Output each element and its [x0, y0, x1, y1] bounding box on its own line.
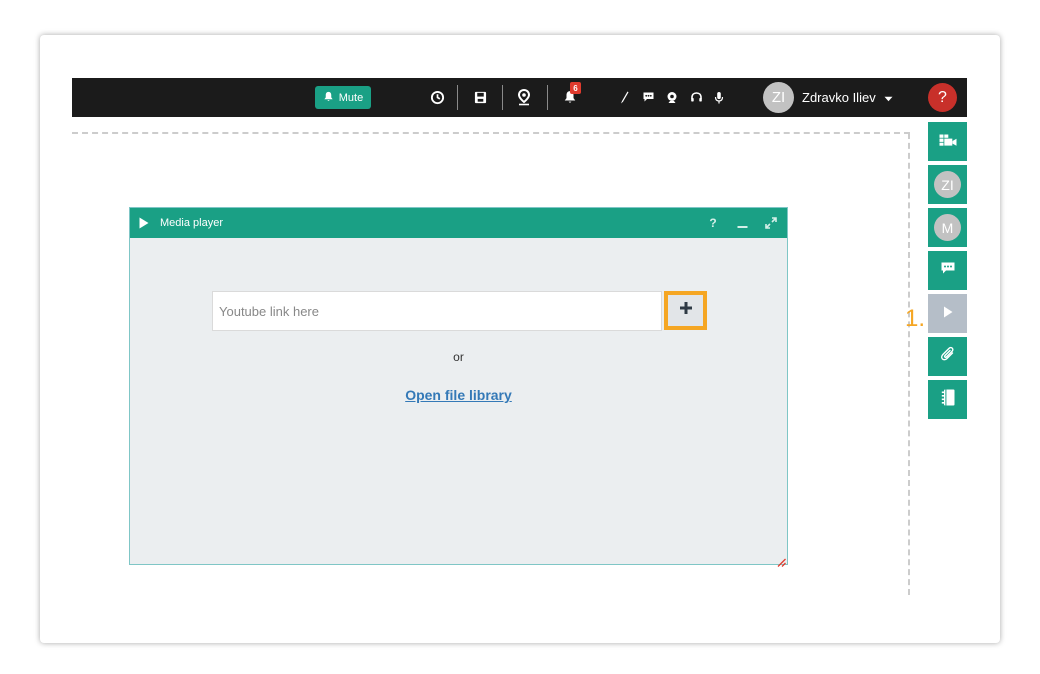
user-avatar: ZI — [763, 82, 794, 113]
plus-icon — [679, 301, 693, 320]
youtube-link-input[interactable] — [212, 291, 662, 331]
notification-badge: 6 — [570, 82, 581, 94]
sidebar-item-media-player[interactable] — [928, 294, 967, 333]
sidebar-item-attachments[interactable] — [928, 337, 967, 376]
media-player-window: Media player ? or Open file library — [129, 207, 788, 567]
open-file-library-link[interactable]: Open file library — [130, 387, 787, 403]
participant-avatar: ZI — [934, 171, 961, 198]
headphones-icon[interactable] — [687, 88, 705, 106]
sidebar-item-video-conference[interactable] — [928, 122, 967, 161]
chat-icon — [940, 261, 956, 280]
media-player-titlebar[interactable]: Media player ? — [130, 208, 787, 238]
sidebar-item-participant-zi[interactable]: ZI — [928, 165, 967, 204]
location-pin-icon[interactable] — [515, 88, 533, 106]
webcam-icon[interactable] — [663, 88, 681, 106]
save-icon[interactable] — [471, 88, 489, 106]
top-bar: Mute 6 ZI Zdravko Iliev ? — [72, 78, 967, 117]
participant-avatar: M — [934, 214, 961, 241]
toolbar-divider — [502, 85, 503, 110]
user-name: Zdravko Iliev — [802, 90, 876, 105]
workspace-border-top — [72, 132, 910, 134]
pen-icon[interactable] — [615, 88, 633, 106]
resize-handle-icon[interactable] — [777, 554, 786, 567]
clock-icon[interactable] — [428, 88, 446, 106]
media-player-title: Media player — [160, 217, 223, 229]
toolbar-divider — [457, 85, 458, 110]
video-grid-icon — [939, 133, 957, 151]
or-separator: or — [453, 350, 464, 364]
play-icon — [943, 305, 953, 323]
notifications-bell-icon[interactable]: 6 — [561, 82, 581, 106]
paperclip-icon — [940, 346, 955, 367]
sidebar-item-notes[interactable] — [928, 380, 967, 419]
expand-icon[interactable] — [764, 215, 778, 231]
window-help-button[interactable]: ? — [706, 215, 720, 231]
callout-1: 1. — [905, 305, 926, 332]
bell-icon — [323, 91, 334, 105]
chat-bubble-icon[interactable] — [639, 88, 657, 106]
workspace-border-right — [908, 133, 910, 595]
mute-label: Mute — [338, 91, 364, 104]
mute-button[interactable]: Mute — [315, 86, 371, 109]
user-menu[interactable]: ZI Zdravko Iliev — [763, 82, 893, 113]
notebook-icon — [941, 389, 955, 411]
sidebar-item-chat[interactable] — [928, 251, 967, 290]
play-icon — [139, 217, 149, 232]
add-link-button[interactable] — [664, 291, 707, 330]
caret-down-icon — [884, 90, 893, 105]
toolbar-divider — [547, 85, 548, 110]
help-button[interactable]: ? — [928, 83, 957, 112]
sidebar-item-participant-m[interactable]: M — [928, 208, 967, 247]
microphone-icon[interactable] — [710, 88, 728, 106]
minimize-icon[interactable] — [735, 215, 749, 231]
